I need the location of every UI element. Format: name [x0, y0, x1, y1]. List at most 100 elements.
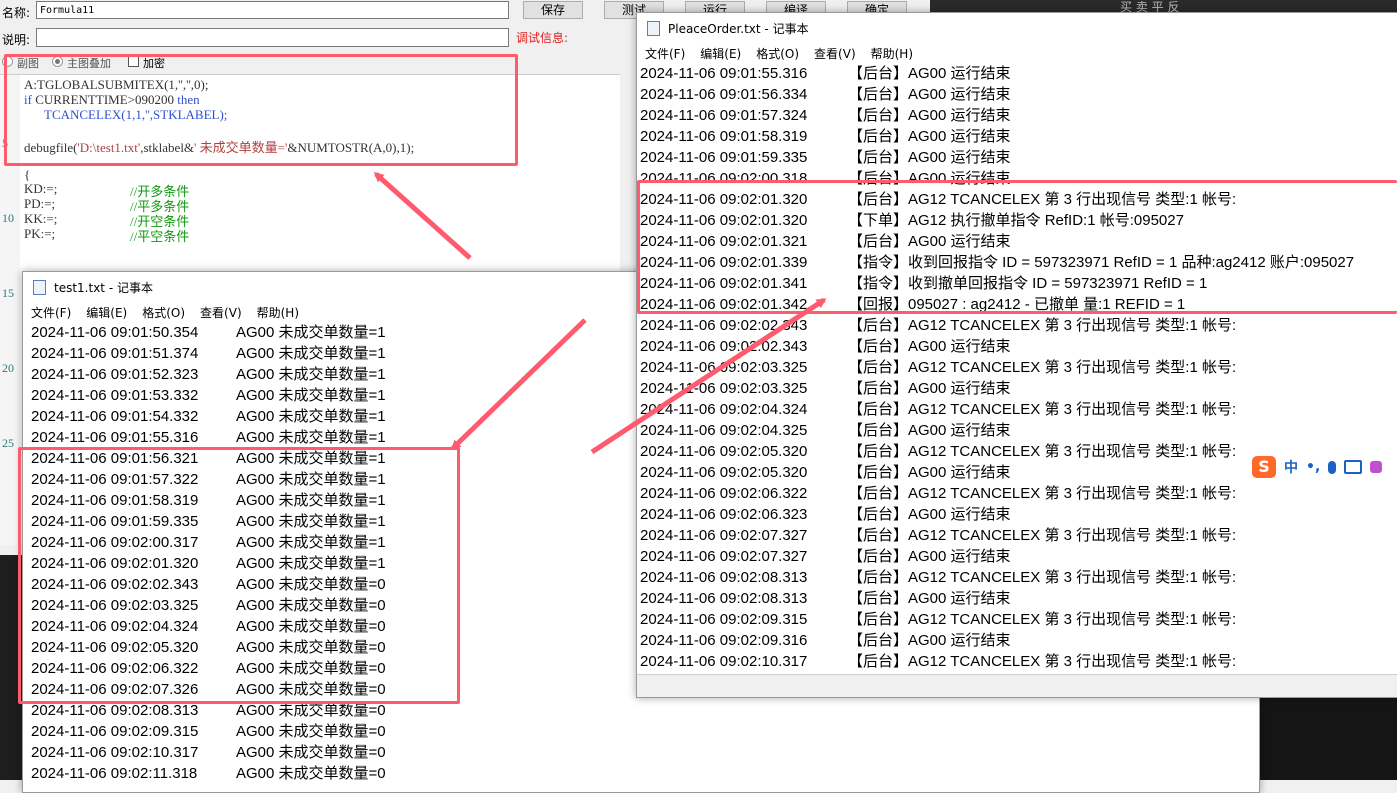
log-line: 2024-11-06 09:01:55.316 【后台】AG00 运行结束 [640, 63, 1397, 84]
log-line: 2024-11-06 09:02:02.343 【后台】AG12 TCANCELE… [640, 315, 1397, 336]
log-line: 2024-11-06 09:02:08.313 【后台】AG00 运行结束 [640, 588, 1397, 609]
debug-info-label: 调试信息: [516, 31, 569, 45]
ime-language-toggle[interactable]: 中 [1284, 457, 1298, 477]
log-message: 【后台】AG00 运行结束 [848, 128, 1011, 145]
log-timestamp: 2024-11-06 09:02:09.316 [640, 632, 808, 649]
log-message: AG00 未成交单数量=1 [236, 408, 386, 425]
log-message: 【后台】AG00 运行结束 [848, 506, 1011, 523]
code-comment: //平空条件 [130, 229, 190, 244]
log-message: 【后台】AG12 TCANCELEX 第 3 行出现信号 类型:1 帐号: [848, 359, 1237, 376]
log-line: 2024-11-06 09:02:10.317 【后台】AG12 TCANCELE… [640, 651, 1397, 672]
log-message: 【后台】AG00 运行结束 [848, 380, 1011, 397]
log-message: AG00 未成交单数量=0 [236, 744, 386, 761]
menu-format[interactable]: 格式(O) [756, 45, 799, 62]
log-message: 【后台】AG00 运行结束 [848, 149, 1011, 166]
log-timestamp: 2024-11-06 09:02:10.317 [640, 653, 808, 670]
log-message: 【后台】AG12 TCANCELEX 第 3 行出现信号 类型:1 帐号: [848, 401, 1237, 418]
log-message: 【后台】AG12 TCANCELEX 第 3 行出现信号 类型:1 帐号: [848, 611, 1237, 628]
log-line: 2024-11-06 09:02:04.325 【后台】AG00 运行结束 [640, 420, 1397, 441]
log-message: 【后台】AG00 运行结束 [848, 464, 1011, 481]
notepad-icon [647, 20, 660, 36]
log-message: 【后台】AG00 运行结束 [848, 65, 1011, 82]
log-timestamp: 2024-11-06 09:02:07.327 [640, 527, 808, 544]
log-message: 【后台】AG00 运行结束 [848, 632, 1011, 649]
ime-punctuation-toggle[interactable]: •, [1306, 459, 1320, 475]
log-message: AG00 未成交单数量=1 [236, 324, 386, 341]
log-timestamp: 2024-11-06 09:02:02.343 [640, 338, 808, 355]
log-timestamp: 2024-11-06 09:01:50.354 [31, 324, 199, 341]
log-message: 【后台】AG00 运行结束 [848, 548, 1011, 565]
log-line: 2024-11-06 09:02:03.325 【后台】AG00 运行结束 [640, 378, 1397, 399]
log-timestamp: 2024-11-06 09:02:09.315 [31, 723, 199, 740]
log-line: 2024-11-06 09:02:02.343 【后台】AG00 运行结束 [640, 336, 1397, 357]
pleaceorder-title-bar[interactable]: PleaceOrder.txt - 记事本 [637, 13, 1397, 43]
menu-edit[interactable]: 编辑(E) [700, 45, 741, 62]
pleaceorder-highlight-box [637, 180, 1397, 314]
line-number: 10 [2, 211, 14, 225]
code-line: PK:=; [24, 226, 56, 241]
log-line: 2024-11-06 09:02:06.322 【后台】AG12 TCANCELE… [640, 483, 1397, 504]
log-timestamp: 2024-11-06 09:01:56.334 [640, 86, 808, 103]
log-line: 2024-11-06 09:02:06.323 【后台】AG00 运行结束 [640, 504, 1397, 525]
log-message: 【后台】AG12 TCANCELEX 第 3 行出现信号 类型:1 帐号: [848, 653, 1237, 670]
log-line: 2024-11-06 09:02:08.313 【后台】AG12 TCANCELE… [640, 567, 1397, 588]
menu-help[interactable]: 帮助(H) [871, 45, 913, 62]
log-message: 【后台】AG12 TCANCELEX 第 3 行出现信号 类型:1 帐号: [848, 443, 1237, 460]
log-timestamp: 2024-11-06 09:01:53.332 [31, 387, 199, 404]
log-timestamp: 2024-11-06 09:02:05.320 [640, 464, 808, 481]
log-timestamp: 2024-11-06 09:02:04.324 [640, 401, 808, 418]
log-message: AG00 未成交单数量=0 [236, 723, 386, 740]
menu-format[interactable]: 格式(O) [142, 304, 185, 321]
code-highlight-box [4, 54, 518, 166]
log-message: AG00 未成交单数量=0 [236, 765, 386, 782]
menu-file[interactable]: 文件(F) [31, 304, 71, 321]
log-timestamp: 2024-11-06 09:02:11.318 [31, 765, 198, 782]
log-line: 2024-11-06 09:02:10.317 AG00 未成交单数量=0 [31, 742, 1259, 763]
log-line: 2024-11-06 09:02:09.316 【后台】AG00 运行结束 [640, 630, 1397, 651]
log-timestamp: 2024-11-06 09:01:54.332 [31, 408, 199, 425]
log-timestamp: 2024-11-06 09:02:02.343 [640, 317, 808, 334]
pleaceorder-title: PleaceOrder.txt - 记事本 [668, 21, 809, 36]
log-message: 【后台】AG00 运行结束 [848, 338, 1011, 355]
save-button[interactable]: 保存 [523, 1, 583, 19]
menu-file[interactable]: 文件(F) [645, 45, 685, 62]
log-line: 2024-11-06 09:02:03.325 【后台】AG12 TCANCELE… [640, 357, 1397, 378]
line-number: 15 [2, 286, 14, 300]
status-bar [637, 674, 1397, 697]
desc-input[interactable] [36, 28, 509, 47]
notepad-icon [33, 279, 46, 295]
log-line: 2024-11-06 09:01:57.324 【后台】AG00 运行结束 [640, 105, 1397, 126]
log-message: AG00 未成交单数量=1 [236, 387, 386, 404]
log-line: 2024-11-06 09:02:09.315 【后台】AG12 TCANCELE… [640, 609, 1397, 630]
log-timestamp: 2024-11-06 09:02:03.325 [640, 359, 808, 376]
line-number: 25 [2, 436, 14, 450]
log-timestamp: 2024-11-06 09:02:08.313 [640, 569, 808, 586]
log-message: 【后台】AG00 运行结束 [848, 590, 1011, 607]
code-line: KK:=; [24, 211, 58, 226]
log-message: 【后台】AG00 运行结束 [848, 86, 1011, 103]
menu-view[interactable]: 查看(V) [200, 304, 242, 321]
keyboard-icon[interactable] [1344, 460, 1363, 474]
test1-title: test1.txt - 记事本 [54, 280, 153, 295]
log-message: 【后台】AG12 TCANCELEX 第 3 行出现信号 类型:1 帐号: [848, 485, 1237, 502]
log-timestamp: 2024-11-06 09:02:07.327 [640, 548, 808, 565]
log-timestamp: 2024-11-06 09:02:04.325 [640, 422, 808, 439]
pleaceorder-text-area[interactable]: 2024-11-06 09:01:55.316 【后台】AG00 运行结束 2024… [637, 63, 1397, 675]
code-line: PD:=; [24, 196, 56, 211]
log-line: 2024-11-06 09:02:07.327 【后台】AG00 运行结束 [640, 546, 1397, 567]
menu-edit[interactable]: 编辑(E) [86, 304, 127, 321]
log-line: 2024-11-06 09:02:11.318 AG00 未成交单数量=0 [31, 763, 1259, 784]
log-line: 2024-11-06 09:02:07.327 【后台】AG12 TCANCELE… [640, 525, 1397, 546]
log-timestamp: 2024-11-06 09:02:06.322 [640, 485, 808, 502]
skin-icon[interactable] [1370, 461, 1383, 473]
menu-help[interactable]: 帮助(H) [257, 304, 299, 321]
microphone-icon[interactable] [1328, 460, 1337, 474]
log-timestamp: 2024-11-06 09:01:51.374 [31, 345, 199, 362]
ime-toolbar[interactable]: S 中 •, [1248, 453, 1397, 481]
pleaceorder-notepad-window[interactable]: PleaceOrder.txt - 记事本 文件(F) 编辑(E) 格式(O) … [636, 12, 1397, 698]
code-line: KD:=; [24, 181, 58, 196]
name-input[interactable]: Formula11 [36, 1, 509, 19]
menu-view[interactable]: 查看(V) [814, 45, 856, 62]
log-timestamp: 2024-11-06 09:01:58.319 [640, 128, 808, 145]
sogou-logo-icon[interactable]: S [1252, 456, 1276, 478]
